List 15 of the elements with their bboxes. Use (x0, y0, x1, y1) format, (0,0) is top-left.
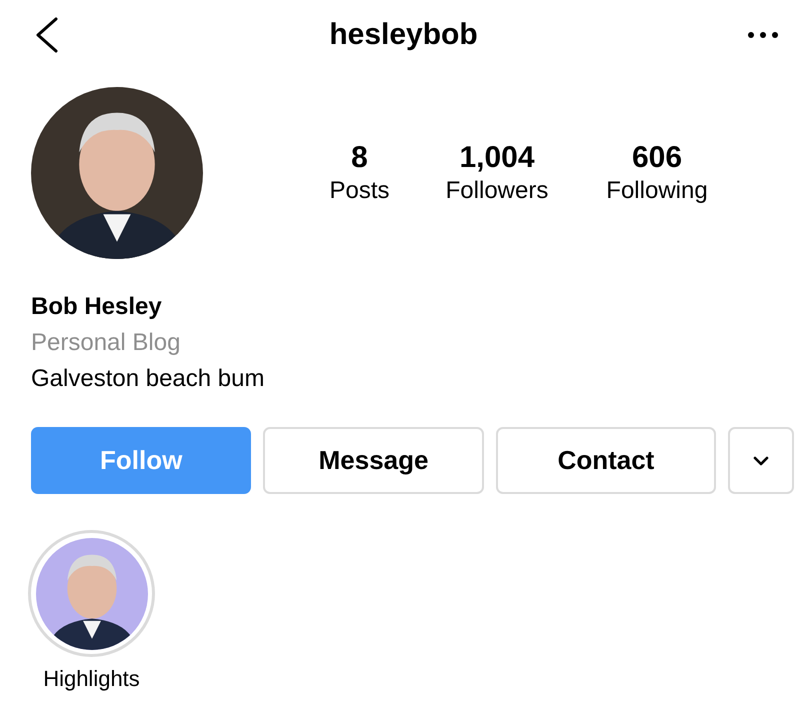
username: hesleybob (329, 18, 478, 52)
stat-label: Following (606, 176, 708, 206)
profile-category: Personal Blog (31, 328, 180, 358)
profile-button[interactable]: Contact (496, 427, 716, 494)
profile-bio: Galveston beach bum (31, 364, 264, 394)
stat-label: Followers (446, 176, 548, 206)
more-icon[interactable] (747, 31, 779, 39)
stat-label: Posts (329, 176, 390, 206)
profile-button[interactable]: Message (263, 427, 484, 494)
stat-count: 1,004 (459, 140, 535, 176)
highlight-label: Highlights (43, 665, 140, 693)
stat-count: 8 (351, 140, 368, 176)
stat-count: 606 (632, 140, 682, 176)
profile-name: Bob Hesley (31, 292, 162, 322)
chevron-down-icon (753, 456, 770, 466)
